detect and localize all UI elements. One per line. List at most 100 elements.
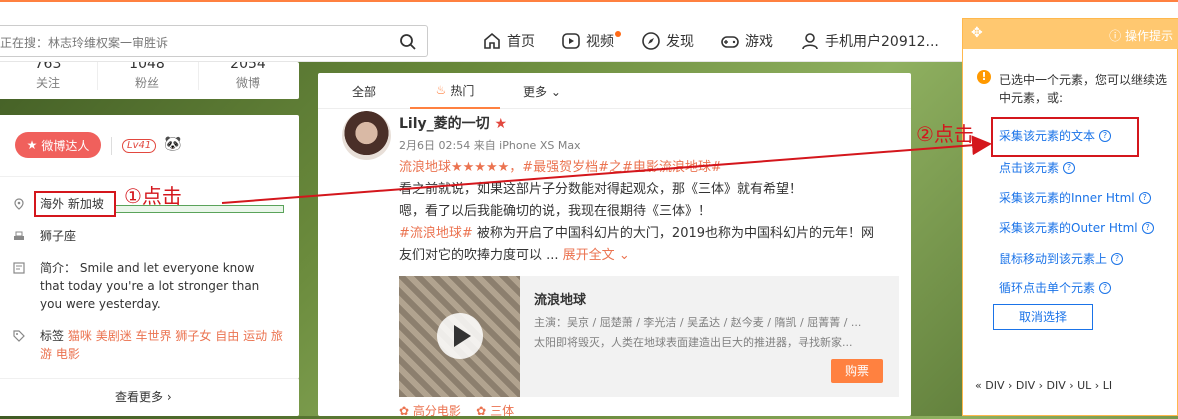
play-icon[interactable]: [437, 313, 483, 359]
post-text-line: 嗯，看了以后我能确切的说，我现在很期待《三体》！: [399, 204, 712, 219]
post-text-line: 友们对它的吹捧力度可以 ... 展开全文 ⌄: [399, 248, 630, 263]
tag-item[interactable]: 自由: [215, 329, 239, 343]
nav-user[interactable]: 手机用户20912...: [800, 30, 939, 52]
help-icon[interactable]: ?: [1141, 221, 1154, 234]
fire-icon: ♨: [435, 83, 447, 97]
post-meta: 2月6日 02:54 来自 iPhone XS Max: [399, 139, 581, 152]
element-breadcrumb[interactable]: « DIV › DIV › DIV › UL › LI: [975, 379, 1112, 392]
stat-divider: [198, 62, 199, 90]
avatar[interactable]: [342, 111, 391, 160]
step2-annotation: ②点击: [916, 122, 974, 146]
zodiac-text: 狮子座: [40, 229, 77, 243]
cancel-selection-button[interactable]: 取消选择: [993, 304, 1093, 330]
expert-badge-button[interactable]: ★ 微博达人: [15, 132, 101, 158]
chevron-down-icon[interactable]: ⌄: [619, 248, 630, 263]
divider: [111, 137, 112, 155]
panel-header[interactable]: ✥ ⓘ 操作提示: [963, 19, 1178, 49]
tag-item[interactable]: 美剧迷: [96, 329, 132, 343]
post-topic-line[interactable]: 流浪地球★★★★★，#最强贺岁档#之#电影流浪地球#: [399, 157, 722, 179]
post-username[interactable]: Lily_菱的一切 ★: [399, 113, 507, 133]
bio-icon: [13, 262, 25, 274]
video-icon: [562, 33, 580, 49]
zodiac-icon: [14, 231, 24, 240]
divider: [0, 176, 299, 177]
location-text[interactable]: 海外 新加坡: [40, 197, 104, 211]
action-click-element[interactable]: 点击该元素?: [999, 159, 1076, 176]
help-icon[interactable]: ?: [1111, 252, 1124, 265]
movie-description: 太阳即将毁灭，人类在地球表面建造出巨大的推进器，寻找新家...: [534, 336, 853, 349]
tag-item[interactable]: 电影: [56, 347, 80, 361]
search-box[interactable]: 正在搜：林志玲维权案一审胜诉: [0, 25, 428, 57]
gamepad-icon: [721, 36, 739, 48]
nav-games-label: 游戏: [745, 34, 773, 50]
chevron-down-icon: ⌄: [550, 85, 561, 99]
nav-discover[interactable]: 发现: [641, 30, 694, 52]
movie-title[interactable]: 流浪地球: [534, 289, 586, 308]
tag-item[interactable]: 狮子女: [175, 329, 211, 343]
movie-poster[interactable]: [399, 276, 520, 397]
panel-message: 已选中一个元素，您可以继续选中元素，或:: [999, 73, 1168, 105]
help-icon[interactable]: ?: [1099, 129, 1112, 142]
nav-video[interactable]: 视频: [561, 30, 614, 52]
panel-title: ⓘ 操作提示: [1109, 29, 1173, 43]
help-icon[interactable]: ?: [1063, 161, 1076, 174]
warning-icon: !: [977, 70, 991, 84]
stat-following[interactable]: 763 关注: [3, 62, 93, 91]
nav-home-label: 首页: [507, 34, 535, 50]
tag-icon: [13, 330, 25, 342]
tags-block: 标签 猫咪 美剧迷 车世界 狮子女 自由 运动 旅游 电影: [40, 329, 283, 361]
movie-cast: 主演：吴京 / 屈楚萧 / 李光洁 / 吴孟达 / 赵今麦 / 隋凯 / 屈菁菁…: [534, 316, 862, 329]
compass-icon: [642, 32, 660, 50]
see-more-link[interactable]: 查看更多 ›: [115, 388, 172, 405]
operation-tips-panel: ✥ ⓘ 操作提示 ! 已选中一个元素，您可以继续选中元素，或: 采集该元素的文本…: [962, 18, 1178, 416]
panda-icon[interactable]: 🐼: [164, 136, 181, 152]
help-icon[interactable]: ?: [1099, 281, 1112, 294]
tab-more[interactable]: 更多 ⌄: [523, 83, 561, 100]
location-highlight-box[interactable]: 海外 新加坡: [34, 191, 116, 217]
search-icon[interactable]: [399, 33, 417, 51]
nav-games[interactable]: 游戏: [720, 30, 773, 52]
see-more-card: 查看更多 ›: [0, 378, 299, 416]
tag-item[interactable]: 车世界: [136, 329, 172, 343]
nav-video-label: 视频: [586, 34, 614, 50]
post-footer-tags: ✿ 高分电影 ✿ 三体: [399, 402, 514, 419]
location-icon: [14, 198, 24, 210]
bio-block: 简介： Smile and let everyone know that tod…: [40, 261, 260, 311]
tab-all[interactable]: 全部: [352, 83, 376, 100]
star-icon: ★: [494, 116, 508, 132]
move-handle-icon[interactable]: ✥: [971, 25, 983, 41]
tag-item[interactable]: 运动: [243, 329, 267, 343]
hashtag-link[interactable]: #流浪地球#: [399, 226, 473, 241]
action-hover-element[interactable]: 鼠标移动到该元素上?: [999, 250, 1124, 267]
post-text-line: #流浪地球# 被称为开启了中国科幻片的大门，2019也称为中国科幻片的元年！网: [399, 226, 875, 241]
home-icon: [484, 32, 500, 49]
stat-followers[interactable]: 1048 粉丝: [102, 62, 192, 91]
movie-card[interactable]: 流浪地球 主演：吴京 / 屈楚萧 / 李光洁 / 吴孟达 / 赵今麦 / 隋凯 …: [399, 276, 899, 397]
nav-user-label: 手机用户20912...: [825, 34, 939, 50]
help-icon[interactable]: ?: [1138, 191, 1151, 204]
action-loop-click[interactable]: 循环点击单个元素?: [999, 279, 1112, 296]
feed-tabs: 全部 ♨ 热门 更多 ⌄: [318, 73, 911, 109]
search-input[interactable]: 正在搜：林志玲维权案一审胜诉: [0, 34, 168, 51]
profile-stats: 763 关注 1048 粉丝 2054 微博: [0, 62, 299, 99]
user-icon: [802, 33, 818, 50]
action-collect-text[interactable]: 采集该元素的文本?: [999, 127, 1112, 144]
star-icon: ★: [26, 138, 38, 152]
nav-video-dot: [615, 31, 621, 37]
feed-card: 全部 ♨ 热门 更多 ⌄ Lily_菱的一切 ★ 2月6日 02:54 来自 i…: [318, 73, 911, 419]
action-collect-inner-html[interactable]: 采集该元素的Inner Html?: [999, 189, 1151, 206]
buy-ticket-button[interactable]: 购票: [831, 359, 883, 383]
info-icon: ⓘ: [1109, 29, 1122, 43]
action-collect-outer-html[interactable]: 采集该元素的Outer Html?: [999, 219, 1154, 236]
tag-item[interactable]: 猫咪: [68, 329, 92, 343]
nav-home[interactable]: 首页: [482, 30, 535, 52]
profile-info-card: ★ 微博达人 Lv41 🐼 海外 新加坡 狮子座 简介： Smile and l…: [0, 115, 299, 379]
nav-discover-label: 发现: [666, 34, 694, 50]
tab-hot[interactable]: ♨ 热门: [410, 73, 500, 109]
level-badge[interactable]: Lv41: [122, 139, 157, 153]
stat-posts[interactable]: 2054 微博: [203, 62, 293, 91]
expand-link[interactable]: 展开全文: [563, 248, 615, 263]
chevron-right-icon: ›: [166, 390, 172, 404]
stat-divider: [97, 62, 98, 90]
step1-annotation: ①点击: [124, 184, 182, 208]
